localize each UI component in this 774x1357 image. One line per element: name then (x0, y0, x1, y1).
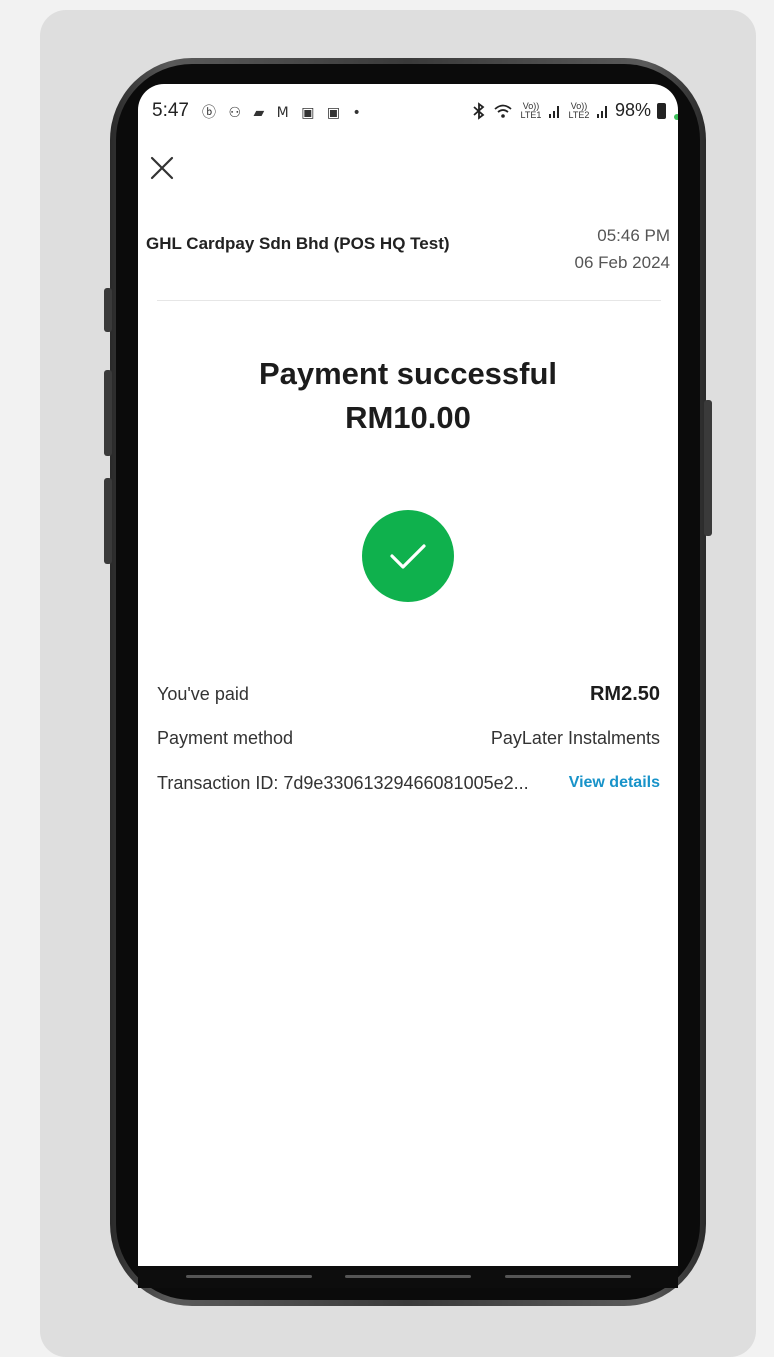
transaction-date: 06 Feb 2024 (574, 253, 670, 272)
result-heading: Payment successful RM10.00 (138, 352, 678, 440)
privacy-indicator (674, 114, 678, 120)
phone-power-button (704, 400, 712, 536)
checkmark-icon (390, 544, 426, 569)
success-badge (362, 510, 454, 602)
phone-volume-down-button (104, 478, 112, 564)
system-nav-bar (138, 1266, 678, 1288)
phone-side-button (104, 288, 112, 332)
header-divider (157, 300, 661, 301)
close-icon (150, 156, 174, 180)
payment-method-label: Payment method (157, 728, 294, 748)
nav-pill-center[interactable] (345, 1275, 471, 1278)
nav-pill-left[interactable] (186, 1275, 312, 1278)
sim2-signal: Vo)) LTE2 (568, 100, 590, 120)
wifi-icon (494, 104, 512, 118)
phone-screen: 5:47 ⓑ ⚇ ▰ M ▣ ▣ • Vo)) LTE1 Vo)) LTE2 9… (138, 84, 678, 1288)
paid-label: You've paid (157, 684, 249, 704)
bluetooth-icon (473, 101, 485, 120)
merchant-name: GHL Cardpay Sdn Bhd (POS HQ Test) (146, 234, 450, 253)
battery-icon (657, 102, 666, 119)
payment-method-value: PayLater Instalments (490, 728, 660, 748)
view-details-link[interactable]: View details (569, 774, 660, 792)
paid-value: RM2.50 (589, 683, 660, 705)
phone-volume-up-button (104, 370, 112, 456)
status-time: 5:47 (152, 100, 189, 121)
transaction-id: Transaction ID: 7d9e33061329466081005e2.… (157, 773, 529, 793)
close-button[interactable] (148, 154, 176, 182)
payment-amount: RM10.00 (345, 400, 471, 435)
notification-icons: ⓑ ⚇ ▰ M ▣ ▣ • (202, 105, 365, 121)
signal-bars-icon (548, 105, 559, 118)
nav-pill-right[interactable] (505, 1275, 631, 1278)
transaction-datetime: 05:46 PM 06 Feb 2024 (575, 222, 670, 276)
battery-percent: 98% (614, 100, 651, 120)
transaction-time: 05:46 PM (597, 226, 670, 245)
signal-bars-icon-2 (596, 105, 607, 118)
status-right: Vo)) LTE1 Vo)) LTE2 98% (471, 100, 666, 121)
status-bar: 5:47 ⓑ ⚇ ▰ M ▣ ▣ • Vo)) LTE1 Vo)) LTE2 9… (138, 84, 678, 138)
sim1-signal: Vo)) LTE1 (520, 100, 542, 120)
payment-status-title: Payment successful (258, 356, 558, 391)
